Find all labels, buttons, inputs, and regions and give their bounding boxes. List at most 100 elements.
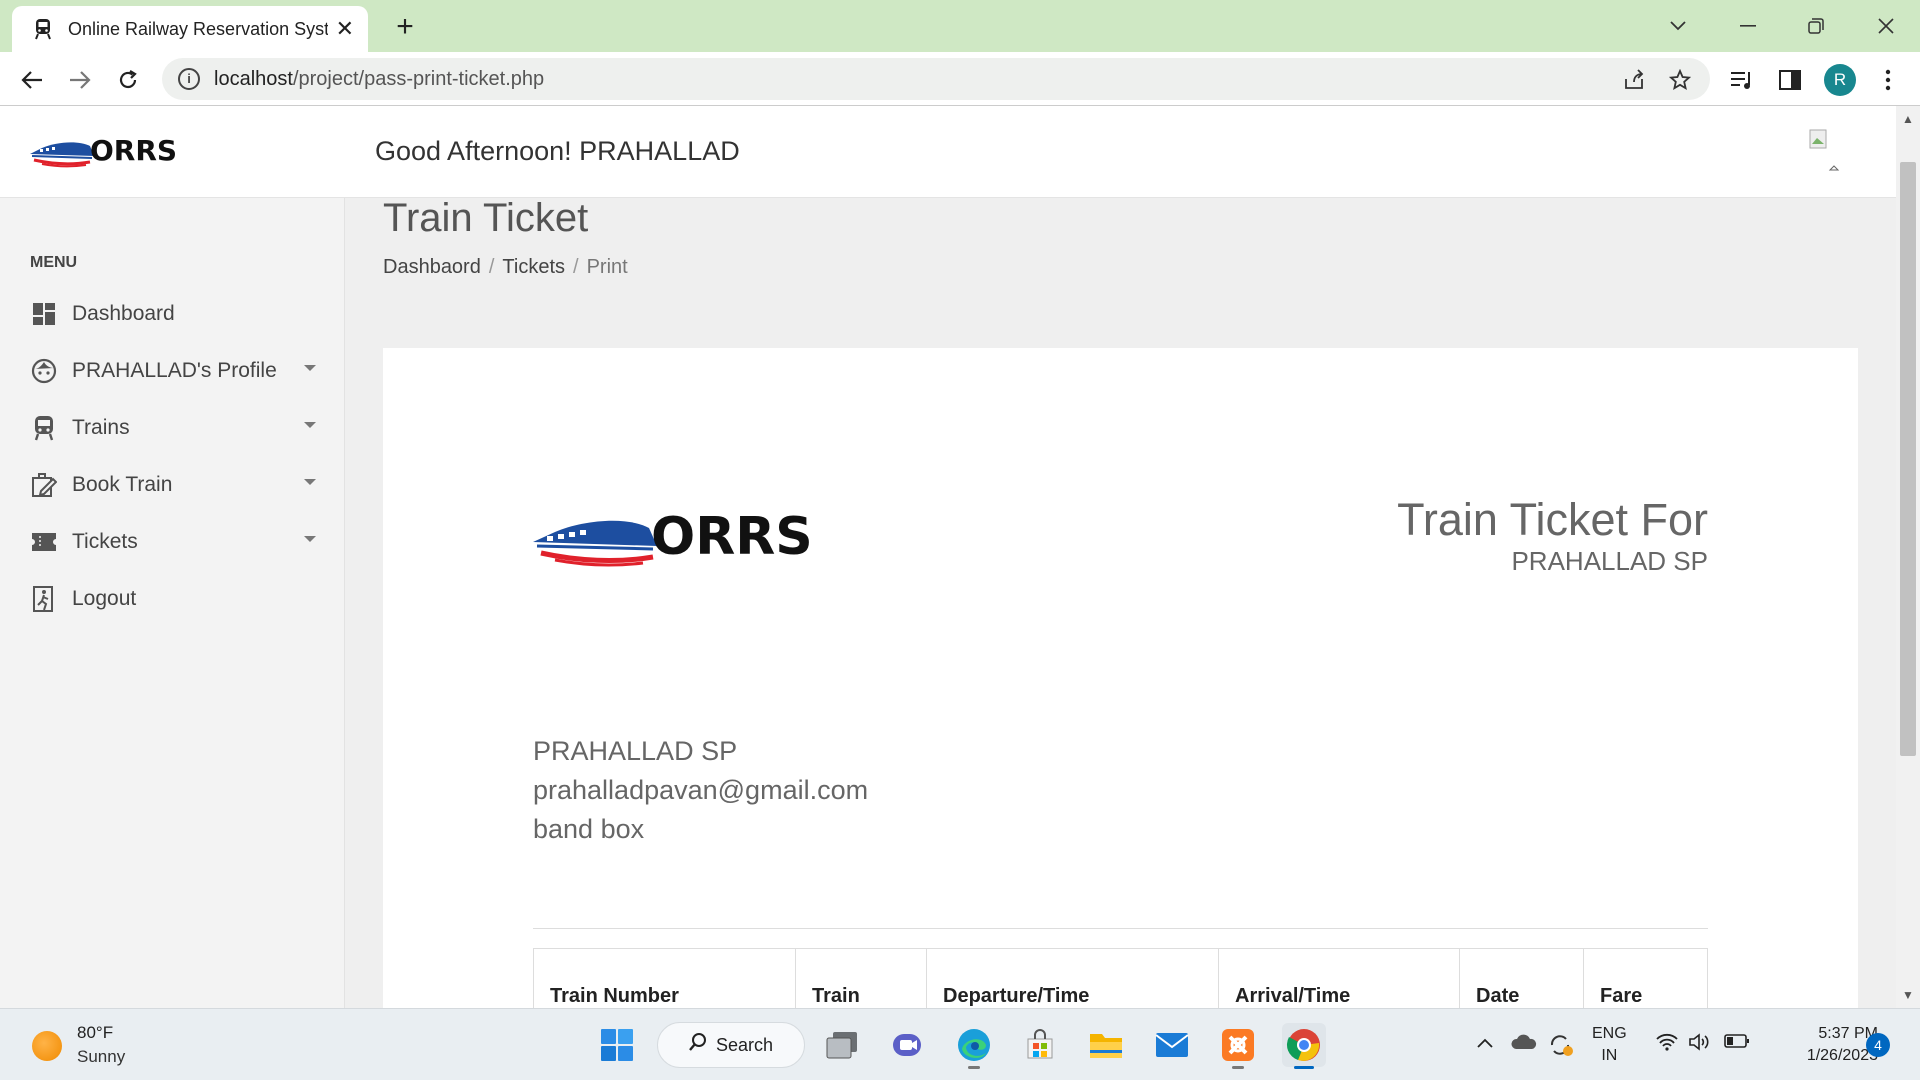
scroll-up-arrow-icon[interactable]: ▲	[1902, 112, 1914, 126]
col-header-train-number: Train Number	[533, 948, 796, 1008]
ticket-for-block: Train Ticket For PRAHALLAD SP	[1397, 494, 1708, 577]
train-icon	[30, 414, 58, 442]
restore-button[interactable]	[1796, 8, 1836, 44]
passenger-address: band box	[533, 814, 645, 844]
breadcrumb-dashboard-link[interactable]: Dashbaord	[383, 256, 481, 279]
ticket-card: ORRS Train Ticket For PRAHALLAD SP PRAHA…	[383, 348, 1858, 1008]
onedrive-cloud-icon[interactable]	[1510, 1033, 1538, 1056]
col-header-arrival: Arrival/Time	[1218, 948, 1460, 1008]
caret-down-icon	[304, 422, 316, 428]
taskbar: 80°F Sunny Search ENG IN 5:37 PM 1/26/20…	[0, 1008, 1920, 1080]
caret-down-icon	[304, 536, 316, 542]
ticket-table: Train Number Train Departure/Time Arriva…	[533, 948, 1708, 1008]
share-icon[interactable]	[1620, 66, 1648, 94]
search-label: Search	[716, 1034, 774, 1055]
mail-icon[interactable]	[1150, 1023, 1194, 1067]
col-header-fare: Fare	[1583, 948, 1708, 1008]
side-panel-icon[interactable]	[1774, 64, 1806, 96]
sidebar-item-dashboard[interactable]: Dashboard	[30, 294, 320, 334]
volume-icon[interactable]	[1688, 1033, 1710, 1056]
browser-tab-strip: Online Railway Reservation System ✕ +	[0, 0, 1920, 52]
bookmark-star-icon[interactable]	[1666, 66, 1694, 94]
sidebar-item-profile[interactable]: PRAHALLAD's Profile	[30, 351, 320, 391]
taskbar-search[interactable]: Search	[657, 1022, 805, 1068]
app-running-indicator	[968, 1066, 980, 1069]
sun-weather-icon[interactable]	[32, 1031, 62, 1061]
sidebar-item-label: Trains	[72, 416, 130, 439]
task-view-icon[interactable]	[820, 1023, 864, 1067]
new-tab-button[interactable]: +	[388, 10, 422, 44]
scroll-down-arrow-icon[interactable]: ▼	[1902, 988, 1914, 1002]
sync-warning-icon[interactable]	[1548, 1033, 1574, 1062]
weather-condition[interactable]: Sunny	[77, 1047, 125, 1067]
col-header-train: Train	[795, 948, 927, 1008]
page-viewport: ORRS Good Afternoon! PRAHALLAD MENU Dash…	[0, 106, 1920, 1008]
forward-button[interactable]	[62, 62, 98, 98]
sidebar-item-label: Dashboard	[72, 302, 175, 325]
minimize-button[interactable]	[1728, 8, 1768, 44]
chrome-browser-icon[interactable]	[1282, 1023, 1326, 1069]
file-explorer-icon[interactable]	[1084, 1023, 1128, 1067]
browser-tab[interactable]: Online Railway Reservation System ✕	[12, 6, 368, 52]
language-indicator[interactable]: ENG IN	[1592, 1023, 1627, 1067]
ticket-icon	[30, 528, 58, 556]
table-header-row: Train Number Train Departure/Time Arriva…	[533, 948, 1708, 1008]
profile-avatar[interactable]: R	[1824, 64, 1856, 96]
app-running-indicator	[1232, 1066, 1244, 1069]
breadcrumb-tickets-link[interactable]: Tickets	[502, 256, 565, 279]
orrs-logo[interactable]: ORRS	[28, 134, 184, 173]
close-tab-icon[interactable]: ✕	[336, 16, 354, 42]
show-hidden-icons-chevron-icon[interactable]	[1476, 1033, 1494, 1054]
greeting-text: Good Afternoon! PRAHALLAD	[375, 136, 740, 166]
app-active-indicator	[1294, 1066, 1314, 1069]
xampp-icon[interactable]	[1216, 1023, 1260, 1069]
back-button[interactable]	[14, 62, 50, 98]
address-bar[interactable]: i localhost/project/pass-print-ticket.ph…	[162, 58, 1710, 100]
close-window-button[interactable]	[1866, 8, 1906, 44]
sidebar-item-label: Logout	[72, 587, 137, 610]
taskbar-clock[interactable]: 5:37 PM 1/26/2023	[1768, 1023, 1878, 1067]
breadcrumb-current: Print	[586, 256, 628, 278]
site-header: ORRS Good Afternoon! PRAHALLAD	[0, 106, 1896, 198]
passenger-name: PRAHALLAD SP	[533, 736, 738, 766]
ticket-for-title: Train Ticket For	[1397, 494, 1708, 545]
tab-title: Online Railway Reservation System	[68, 18, 328, 39]
search-icon	[688, 1032, 708, 1058]
ticket-logo-text: ORRS	[651, 507, 813, 567]
weather-temperature[interactable]: 80°F	[77, 1023, 113, 1043]
user-avatar-broken-image-icon[interactable]	[1806, 128, 1846, 176]
teams-chat-icon[interactable]	[886, 1023, 930, 1067]
browser-menu-icon[interactable]	[1872, 64, 1904, 96]
edge-browser-icon[interactable]	[952, 1023, 996, 1069]
tab-search-chevron-icon[interactable]	[1658, 8, 1698, 44]
dashboard-icon	[30, 300, 58, 328]
breadcrumb: Dashbaord / Tickets / Print	[383, 256, 628, 279]
browser-toolbar: i localhost/project/pass-print-ticket.ph…	[0, 52, 1920, 106]
scrollbar-thumb[interactable]	[1900, 162, 1916, 756]
sidebar-item-label: Tickets	[72, 530, 138, 553]
notification-badge[interactable]: 4	[1866, 1033, 1890, 1057]
sidebar-item-tickets[interactable]: Tickets	[30, 522, 320, 562]
sidebar-item-book-train[interactable]: Book Train	[30, 465, 320, 505]
passenger-email: prahalladpavan@gmail.com	[533, 775, 869, 805]
page-title: Train Ticket	[383, 196, 589, 240]
page-scrollbar[interactable]: ▲ ▼	[1896, 106, 1920, 1008]
site-info-icon[interactable]: i	[178, 68, 200, 90]
microsoft-store-icon[interactable]	[1018, 1023, 1062, 1067]
reload-button[interactable]	[110, 62, 146, 98]
passenger-details: PRAHALLAD SP prahalladpavan@gmail.com ba…	[533, 732, 868, 849]
media-queue-icon[interactable]	[1726, 64, 1758, 96]
caret-down-icon	[304, 479, 316, 485]
wifi-icon[interactable]	[1656, 1033, 1678, 1056]
sidebar-item-trains[interactable]: Trains	[30, 408, 320, 448]
exit-icon	[30, 585, 58, 613]
sidebar-item-label: Book Train	[72, 473, 173, 496]
breadcrumb-separator: /	[488, 256, 495, 278]
sidebar-item-logout[interactable]: Logout	[30, 579, 320, 619]
sidebar-item-label: PRAHALLAD's Profile	[72, 359, 277, 382]
main-content: Train Ticket Dashbaord / Tickets / Print…	[345, 196, 1896, 1008]
logo-text: ORRS	[90, 134, 177, 167]
battery-icon[interactable]	[1724, 1033, 1750, 1054]
sidebar: MENU Dashboard PRAHALLAD's Profile Train…	[0, 198, 345, 1008]
start-button[interactable]	[595, 1023, 639, 1067]
